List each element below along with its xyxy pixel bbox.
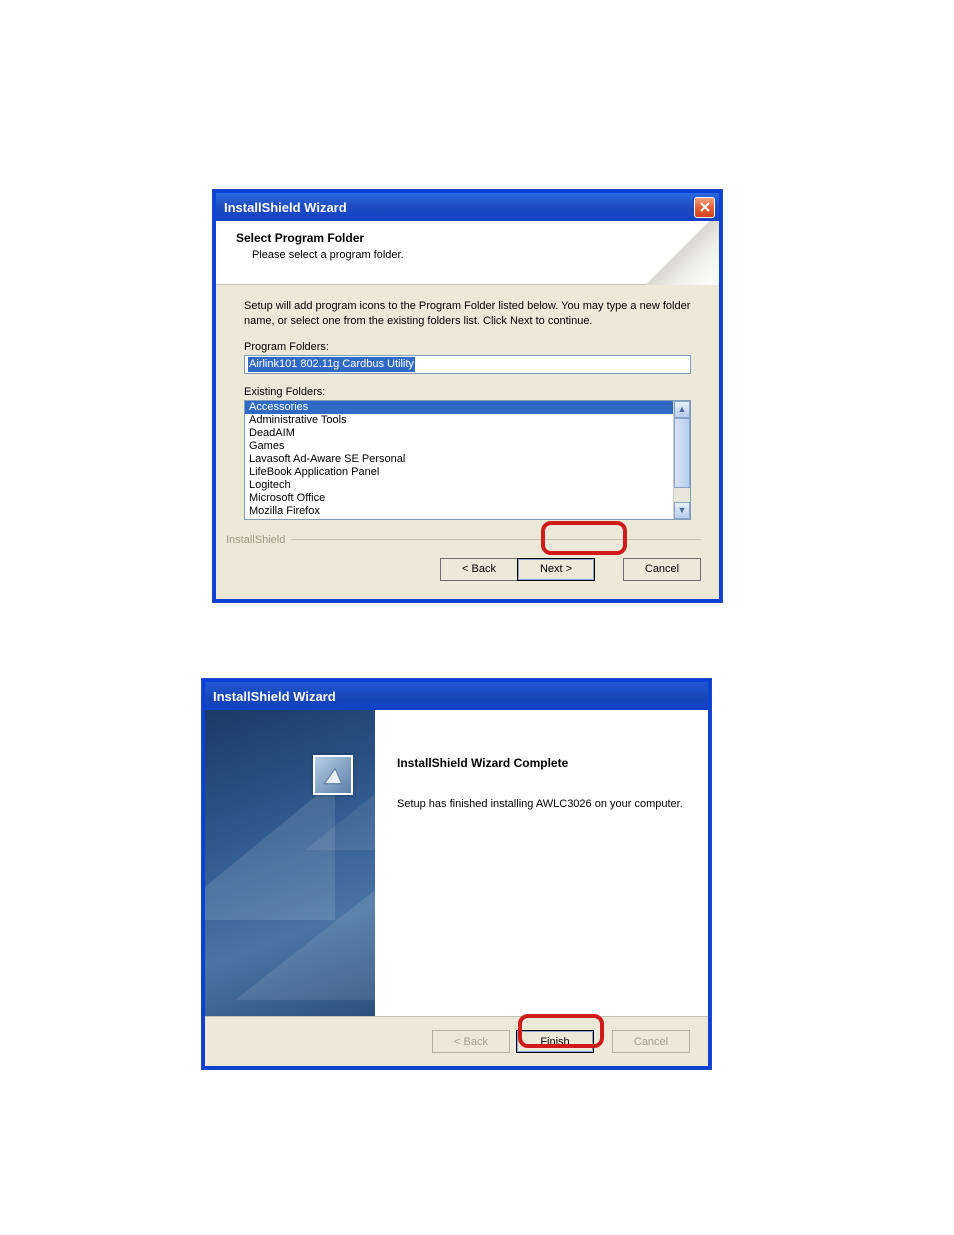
next-button[interactable]: Next >	[517, 558, 595, 581]
header-title: Select Program Folder	[236, 231, 703, 245]
list-item[interactable]: Games	[245, 440, 673, 453]
scrollbar[interactable]: ▲ ▼	[673, 401, 690, 519]
dialog-footer: InstallShield < Back Next > Cancel	[216, 528, 719, 599]
existing-folders-listbox[interactable]: Accessories Administrative Tools DeadAIM…	[244, 400, 691, 520]
dialog-content: Setup will add program icons to the Prog…	[216, 285, 719, 528]
window-title: InstallShield Wizard	[213, 689, 704, 704]
list-item[interactable]: DeadAIM	[245, 427, 673, 440]
complete-title: InstallShield Wizard Complete	[397, 756, 686, 770]
cancel-button: Cancel	[612, 1030, 690, 1053]
back-button[interactable]: < Back	[440, 558, 518, 581]
finish-button[interactable]: Finish	[516, 1030, 594, 1053]
dialog-body: InstallShield Wizard Complete Setup has …	[205, 710, 708, 1016]
list-item[interactable]: Logitech	[245, 479, 673, 492]
description-text: Setup will add program icons to the Prog…	[244, 299, 691, 329]
close-icon[interactable]	[694, 197, 715, 218]
dialog-footer: < Back Finish Cancel	[205, 1016, 708, 1066]
cancel-button[interactable]: Cancel	[623, 558, 701, 581]
install-logo-icon	[313, 755, 353, 795]
window-title: InstallShield Wizard	[224, 200, 694, 215]
brand-label: InstallShield	[226, 534, 285, 546]
list-item[interactable]: Mozilla Firefox	[245, 505, 673, 518]
scroll-thumb[interactable]	[674, 418, 690, 488]
program-folders-label: Program Folders:	[244, 341, 691, 353]
divider	[291, 539, 701, 540]
titlebar[interactable]: InstallShield Wizard	[205, 682, 708, 710]
installshield-select-folder-dialog: InstallShield Wizard Select Program Fold…	[213, 190, 722, 602]
program-folder-input[interactable]: Airlink101 802.11g Cardbus Utility	[244, 355, 691, 374]
wizard-graphic	[205, 710, 375, 1016]
complete-text: Setup has finished installing AWLC3026 o…	[397, 798, 686, 810]
complete-pane: InstallShield Wizard Complete Setup has …	[375, 710, 708, 1016]
header-subtitle: Please select a program folder.	[252, 249, 703, 261]
list-item[interactable]: LifeBook Application Panel	[245, 466, 673, 479]
scroll-track[interactable]	[674, 418, 690, 502]
list-item[interactable]: Microsoft Office	[245, 492, 673, 505]
dialog-header: Select Program Folder Please select a pr…	[216, 221, 719, 285]
list-item[interactable]: Administrative Tools	[245, 414, 673, 427]
back-button: < Back	[432, 1030, 510, 1053]
page-curl-graphic	[639, 221, 719, 285]
scroll-down-icon[interactable]: ▼	[674, 502, 690, 519]
scroll-up-icon[interactable]: ▲	[674, 401, 690, 418]
list-item[interactable]: Accessories	[245, 401, 673, 414]
existing-folders-label: Existing Folders:	[244, 386, 691, 398]
titlebar[interactable]: InstallShield Wizard	[216, 193, 719, 221]
program-folder-value: Airlink101 802.11g Cardbus Utility	[248, 357, 415, 372]
installshield-complete-dialog: InstallShield Wizard InstallShield Wizar…	[202, 679, 711, 1069]
list-item[interactable]: Lavasoft Ad-Aware SE Personal	[245, 453, 673, 466]
